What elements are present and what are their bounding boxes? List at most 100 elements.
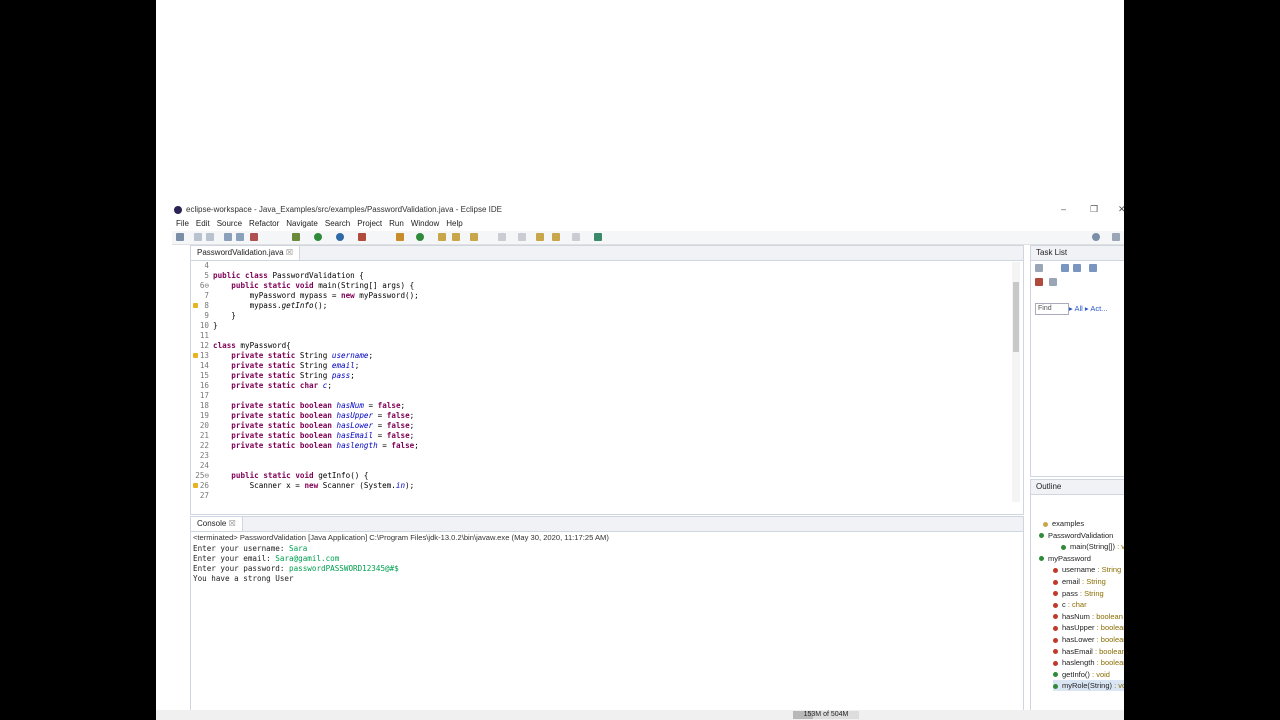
- scrollbar-thumb[interactable]: [1013, 282, 1019, 352]
- console-prompt: You have a strong User: [193, 574, 294, 583]
- outline-item[interactable]: PasswordValidation: [1039, 530, 1113, 541]
- code-editor: PasswordValidation.java ☒ 4 5 public class…: [190, 245, 1024, 515]
- menu-help[interactable]: Help: [446, 219, 462, 228]
- outline-item[interactable]: examples: [1043, 518, 1084, 529]
- outline-item-icon: [1053, 602, 1058, 608]
- open-task-icon[interactable]: [452, 233, 460, 241]
- new-icon[interactable]: [176, 233, 184, 241]
- menu-navigate[interactable]: Navigate: [286, 219, 318, 228]
- close-tab-icon[interactable]: ☒: [286, 248, 293, 257]
- menu-window[interactable]: Window: [411, 219, 439, 228]
- new-task-icon[interactable]: [1035, 264, 1043, 272]
- console-view: Console ☒ <terminated> PasswordValidatio…: [190, 516, 1024, 712]
- restore-icon[interactable]: ❐: [1090, 204, 1098, 215]
- open-perspective-icon[interactable]: [1112, 233, 1120, 241]
- line-number: 14: [199, 361, 209, 370]
- code-text: public class PasswordValidation {: [213, 271, 364, 280]
- external-tools-icon[interactable]: [358, 233, 366, 241]
- focus-icon[interactable]: [1089, 264, 1097, 272]
- outline-tab-label: Outline: [1036, 482, 1062, 491]
- save-all-icon[interactable]: [206, 233, 214, 241]
- warning-marker-icon[interactable]: [193, 353, 198, 358]
- heap-status[interactable]: 153M of 504M: [793, 711, 859, 719]
- find-input[interactable]: Find: [1035, 303, 1069, 315]
- outline-item[interactable]: main(String[]) : void: [1061, 541, 1124, 552]
- save-icon[interactable]: [194, 233, 202, 241]
- menu-refactor[interactable]: Refactor: [249, 219, 279, 228]
- activate-link[interactable]: Act...: [1090, 304, 1107, 313]
- console-output[interactable]: Enter your username: Sara Enter your ema…: [193, 544, 399, 584]
- outline-item-type: : boolean: [1096, 623, 1124, 633]
- outline-item[interactable]: pass : String: [1053, 588, 1104, 599]
- all-link[interactable]: All: [1074, 304, 1082, 313]
- outline-item[interactable]: hasEmail : boolean: [1053, 646, 1124, 657]
- console-tab[interactable]: Console ☒: [191, 517, 243, 531]
- eclipse-logo-icon: [174, 206, 182, 214]
- console-tab-bar: Console ☒: [191, 517, 1023, 532]
- heap-status-label: 153M of 504M: [803, 711, 849, 718]
- line-number: 7: [204, 291, 209, 300]
- code-text: private static boolean hasEmail = false;: [231, 431, 415, 440]
- console-line: Enter your password: passwordPASSWORD123…: [193, 564, 399, 574]
- pin-editor-icon[interactable]: [594, 233, 602, 241]
- outline-item[interactable]: myRole(String) : void: [1053, 680, 1124, 692]
- filter-icon[interactable]: [1035, 278, 1043, 286]
- outline-tab[interactable]: Outline: [1031, 480, 1124, 495]
- run-icon[interactable]: [314, 233, 322, 241]
- outline-item-type: : char: [1065, 600, 1087, 610]
- outline-item-icon: [1053, 637, 1058, 643]
- outline-item-icon: [1053, 579, 1058, 585]
- last-edit-icon[interactable]: [536, 233, 544, 241]
- categorized-icon[interactable]: [1061, 264, 1069, 272]
- code-text: private static String email;: [231, 361, 360, 370]
- new-package-icon[interactable]: [416, 233, 424, 241]
- outline-item-type: : boolean: [1089, 611, 1123, 621]
- outline-item[interactable]: myPassword: [1039, 553, 1091, 564]
- outline-item[interactable]: haslength : boolean: [1053, 657, 1124, 668]
- close-console-icon[interactable]: ☒: [229, 519, 236, 528]
- menu-source[interactable]: Source: [217, 219, 242, 228]
- scheduled-icon[interactable]: [1073, 264, 1081, 272]
- search-icon[interactable]: [1092, 233, 1100, 241]
- outline-item[interactable]: getInfo() : void: [1053, 669, 1110, 680]
- new-java-project-icon[interactable]: [396, 233, 404, 241]
- outline-item[interactable]: hasNum : boolean: [1053, 611, 1123, 622]
- minimize-icon[interactable]: –: [1061, 204, 1066, 214]
- outline-item-name: haslength: [1062, 658, 1095, 668]
- menu-file[interactable]: File: [176, 219, 189, 228]
- open-type-icon[interactable]: [438, 233, 446, 241]
- mark-occurrences-icon[interactable]: [250, 233, 258, 241]
- menu-edit[interactable]: Edit: [196, 219, 210, 228]
- line-number: 19: [199, 411, 209, 420]
- back-icon[interactable]: [552, 233, 560, 241]
- menu-search[interactable]: Search: [325, 219, 350, 228]
- outline-item[interactable]: username : String: [1053, 564, 1121, 575]
- code-area[interactable]: 4 5 public class PasswordValidation {6⊖ pu…: [191, 261, 1011, 501]
- forward-icon[interactable]: [572, 233, 580, 241]
- outline-item[interactable]: hasLower : boolean: [1053, 634, 1124, 645]
- previous-annotation-icon[interactable]: [518, 233, 526, 241]
- outline-item-name: myRole(String): [1062, 681, 1113, 691]
- editor-tab[interactable]: PasswordValidation.java ☒: [191, 246, 300, 260]
- collapse-all-icon[interactable]: [1049, 278, 1057, 286]
- search-tool-icon[interactable]: [470, 233, 478, 241]
- outline-item[interactable]: email : String: [1053, 576, 1106, 587]
- skip-breakpoints-icon[interactable]: [224, 233, 232, 241]
- console-input: Sara@gamil.com: [275, 554, 340, 563]
- menu-run[interactable]: Run: [389, 219, 404, 228]
- next-annotation-icon[interactable]: [498, 233, 506, 241]
- debug-icon[interactable]: [292, 233, 300, 241]
- outline-item-icon: [1053, 625, 1058, 631]
- coverage-icon[interactable]: [336, 233, 344, 241]
- editor-horizontal-scrollbar[interactable]: [211, 503, 1011, 511]
- close-icon[interactable]: ✕: [1118, 204, 1124, 215]
- menu-project[interactable]: Project: [357, 219, 382, 228]
- warning-marker-icon[interactable]: [193, 303, 198, 308]
- outline-item[interactable]: hasUpper : boolean: [1053, 622, 1124, 633]
- toggle-comment-icon[interactable]: [236, 233, 244, 241]
- warning-marker-icon[interactable]: [193, 483, 198, 488]
- outline-item[interactable]: c : char: [1053, 599, 1087, 610]
- task-list-tab[interactable]: Task List: [1031, 246, 1124, 261]
- outline-item-icon: [1053, 683, 1058, 689]
- editor-vertical-scrollbar[interactable]: [1012, 262, 1020, 502]
